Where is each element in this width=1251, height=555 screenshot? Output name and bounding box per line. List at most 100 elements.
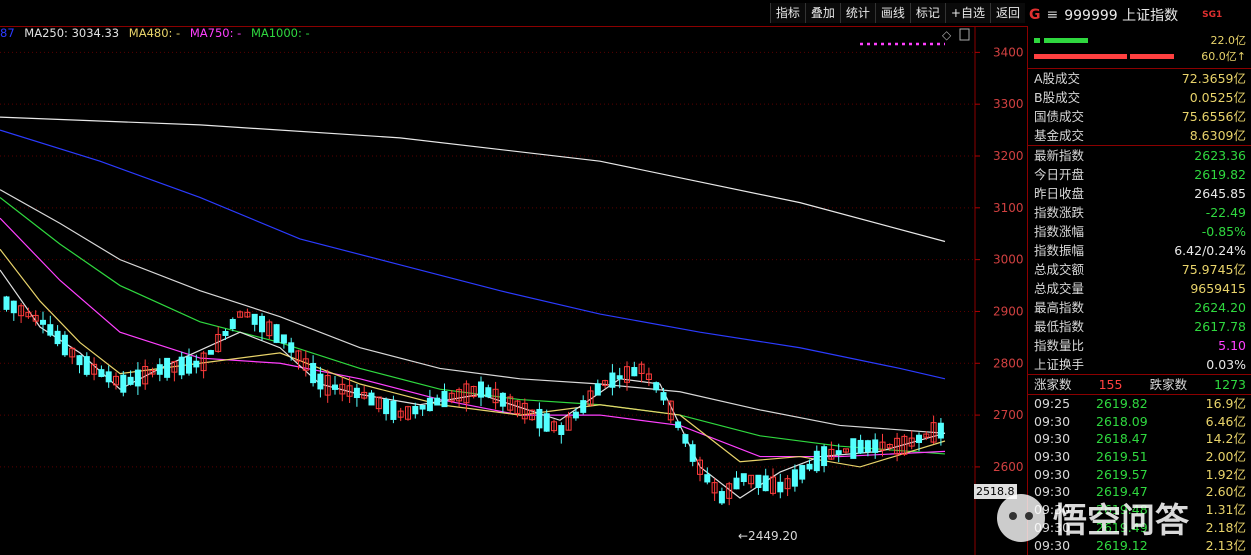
stat-row: 最低指数 2617.78 (1028, 317, 1251, 336)
candle-down (704, 474, 711, 483)
red-bar-1 (1034, 53, 1127, 59)
stat-row: 总成交量 9659415 (1028, 279, 1251, 298)
candlestick-chart[interactable]: 3400 3300 3200 3100 3000 2900 2800 2700 2600 ◇ (0, 26, 1027, 555)
trade-time: 09:30 (1034, 431, 1071, 447)
candle-down (10, 300, 17, 314)
stat-label: 指数振幅 (1034, 243, 1085, 258)
trade-row: 09:25 2619.82 16.9亿 (1028, 395, 1251, 413)
ma-line-white-top (0, 116, 946, 243)
back-button[interactable]: 返回 (989, 3, 1025, 23)
candle-down (178, 356, 185, 376)
stat-value: 2619.82 (1194, 167, 1246, 182)
stat-row: 指数涨跌 -22.49 (1028, 203, 1251, 222)
toolbar: 指标 叠加 统计 画线 标记 +自选 返回 (769, 3, 1025, 23)
stat-label: 指数涨跌 (1034, 205, 1085, 220)
trade-time: 09:25 (1034, 396, 1071, 411)
draw-line-button[interactable]: 画线 (874, 3, 910, 23)
candle-down (580, 400, 587, 413)
y-tick-label: 2900 (993, 304, 1024, 318)
candle-down (134, 369, 141, 387)
add-watchlist-button[interactable]: +自选 (944, 3, 990, 23)
up-value: 155 (1098, 377, 1123, 392)
y-tick-label: 2600 (993, 460, 1024, 474)
candle-down (426, 397, 433, 412)
ma-line-magenta (0, 217, 946, 458)
indicator-button[interactable]: 指标 (769, 3, 805, 23)
trade-volume: 6.46亿 (1205, 413, 1246, 429)
stat-value: 2645.85 (1194, 186, 1246, 201)
y-tick-label: 2700 (993, 408, 1024, 422)
stat-value: 9659415 (1190, 281, 1246, 296)
trade-volume: 14.2亿 (1205, 431, 1246, 447)
candle-down (806, 463, 813, 470)
sg-badge: SG1 (1202, 10, 1223, 20)
candle-down (412, 405, 419, 415)
candle-down (631, 367, 638, 377)
menu-icon[interactable]: ≡ (1047, 7, 1059, 23)
stat-value: 2624.20 (1194, 300, 1246, 315)
stat-value: 75.9745亿 (1181, 262, 1246, 277)
chart-controls: ◇ (860, 28, 970, 46)
trade-price: 2619.51 (1096, 449, 1148, 465)
g-icon[interactable]: G (1029, 7, 1041, 23)
green-bar-value: 22.0亿 (1210, 34, 1247, 47)
stat-row: 指数量比 5.10 (1028, 336, 1251, 355)
watermark-circle-icon (997, 494, 1045, 542)
candle-down (653, 382, 660, 391)
diamond-icon[interactable]: ◇ (942, 28, 952, 42)
candle-down (186, 356, 192, 374)
volume-value: 8.6309亿 (1189, 128, 1246, 143)
volume-row: B股成交 0.0525亿 (1028, 88, 1251, 107)
candle-down (222, 330, 229, 336)
stat-value: 2617.78 (1194, 319, 1246, 334)
volume-row: A股成交 72.3659亿 (1028, 69, 1251, 88)
window-icon[interactable] (959, 28, 970, 41)
side-panel: 22.0亿 60.0亿↑ A股成交 72.3659亿 B股成交 0.0525亿 国债成交… (1027, 26, 1251, 555)
stat-label: 最高指数 (1034, 300, 1085, 315)
candle-down (733, 477, 740, 490)
candle-down (755, 474, 762, 489)
candle-down (777, 481, 784, 493)
stats-list: 最新指数 2623.36 今日开盘 2619.82 昨日收盘 2645.85 指数涨跌 -22… (1028, 146, 1251, 374)
candle-down (317, 373, 324, 390)
watermark-logo: 悟空问答 (997, 494, 1190, 542)
candle-down (3, 296, 10, 310)
grid (0, 26, 976, 555)
y-axis-ticks: 3400 3300 3200 3100 3000 2900 2800 2700 2600 (975, 45, 1024, 474)
candle-down (280, 334, 287, 344)
candle-down (689, 444, 696, 462)
candle-down (485, 387, 492, 398)
statistics-button[interactable]: 统计 (839, 3, 875, 23)
candle-down (499, 392, 506, 407)
stat-row: 今日开盘 2619.82 (1028, 165, 1251, 184)
y-tick-label: 3300 (993, 97, 1024, 111)
candle-down (273, 324, 280, 343)
overlay-button[interactable]: 叠加 (804, 3, 840, 23)
candle-down (478, 381, 484, 398)
stat-value: 5.10 (1218, 338, 1246, 353)
ma-line-yellow (0, 248, 946, 468)
trade-time: 09:30 (1034, 449, 1071, 465)
advance-decline-row: 涨家数 155 跌家数 1273 (1028, 375, 1251, 394)
ma-line-white-fast (0, 269, 946, 499)
candle-down (791, 469, 798, 487)
volume-bars: 22.0亿 60.0亿↑ (1028, 26, 1251, 68)
candle-down (813, 450, 820, 472)
trade-row: 09:30 2619.51 2.00亿 (1028, 448, 1251, 466)
candle-down (850, 438, 857, 459)
mark-button[interactable]: 标记 (909, 3, 945, 23)
candle-down (762, 475, 769, 492)
candle-down (572, 411, 579, 419)
y-tick-label: 2800 (993, 356, 1024, 370)
candle-down (609, 372, 616, 388)
stock-name: 999999 上证指数 (1064, 8, 1179, 24)
trade-price: 2619.82 (1096, 396, 1148, 411)
candle-down (799, 465, 806, 480)
trade-time: 09:30 (1034, 413, 1071, 429)
candle-down (127, 376, 134, 385)
stat-label: 总成交量 (1034, 281, 1085, 296)
trade-volume: 1.92亿 (1205, 466, 1246, 482)
candle-down (740, 473, 747, 483)
volume-row: 国债成交 75.6556亿 (1028, 107, 1251, 126)
stat-value: 6.42/0.24% (1174, 243, 1246, 258)
